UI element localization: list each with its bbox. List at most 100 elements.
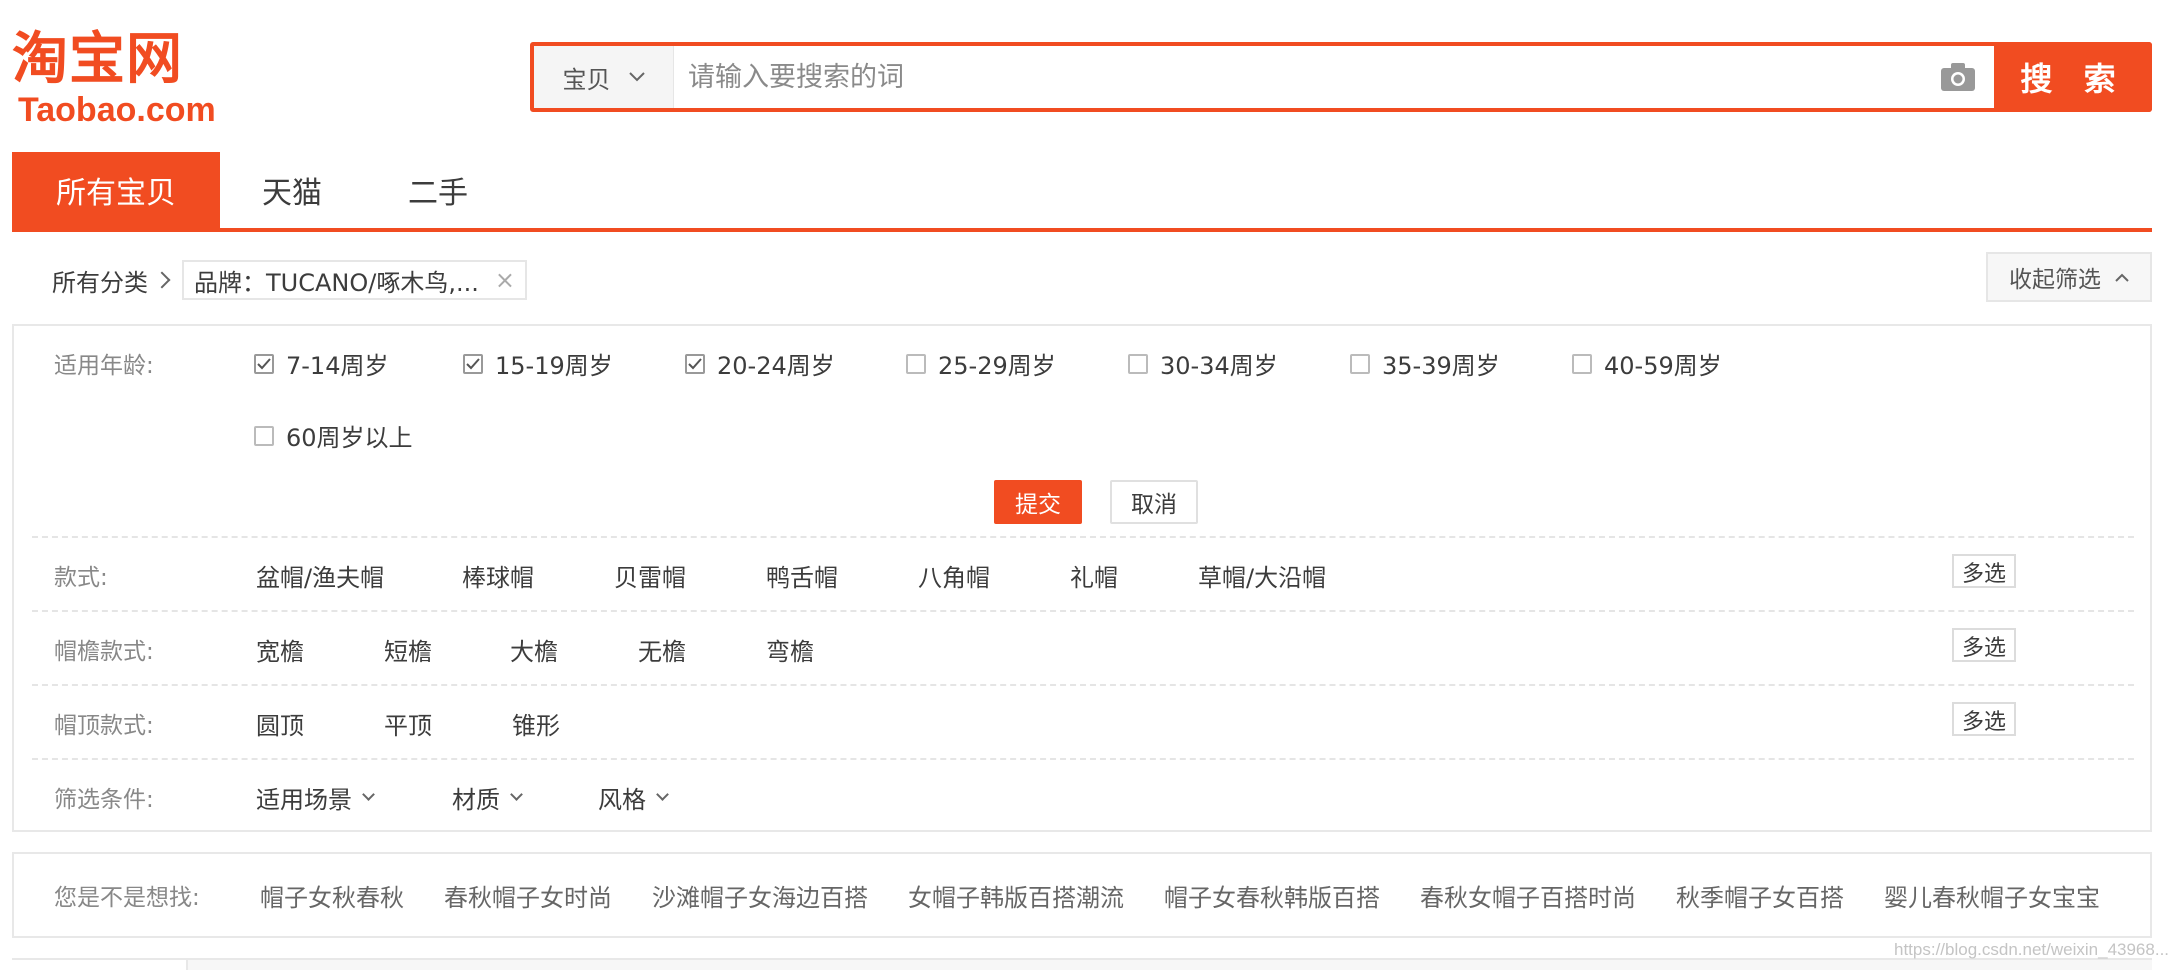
collapse-filter-button[interactable]: 收起筛选 bbox=[1986, 252, 2152, 302]
condition-dropdown-material[interactable]: 材质 bbox=[452, 780, 523, 815]
age-option-label: 7-14周岁 bbox=[286, 352, 389, 380]
style-filter-label: 款式: bbox=[54, 565, 108, 591]
age-option-35-39[interactable]: 35-39周岁 bbox=[1350, 346, 1500, 381]
checkbox-checked-icon[interactable] bbox=[685, 353, 705, 374]
style-option-top-hat[interactable]: 礼帽 bbox=[1070, 558, 1118, 593]
age-option-label: 35-39周岁 bbox=[1382, 352, 1500, 380]
style-multi-select-button[interactable]: 多选 bbox=[1952, 554, 2016, 588]
close-icon[interactable]: × bbox=[495, 266, 515, 294]
checkbox-checked-icon[interactable] bbox=[463, 353, 483, 374]
tab-second-hand[interactable]: 二手 bbox=[364, 152, 512, 228]
age-option-20-24[interactable]: 20-24周岁 bbox=[685, 346, 835, 381]
cancel-button[interactable]: 取消 bbox=[1110, 480, 1198, 524]
style-option-peaked-cap[interactable]: 鸭舌帽 bbox=[766, 558, 838, 593]
condition-dropdown-scene[interactable]: 适用场景 bbox=[256, 780, 375, 815]
age-option-label: 30-34周岁 bbox=[1160, 352, 1278, 380]
age-option-label: 15-19周岁 bbox=[495, 352, 613, 380]
crown-option-cone[interactable]: 锥形 bbox=[512, 706, 560, 741]
related-search-link[interactable]: 帽子女秋春秋 bbox=[260, 878, 404, 913]
chevron-down-icon bbox=[656, 788, 669, 801]
logo-english-text: Taobao.com bbox=[18, 91, 216, 129]
crown-option-round[interactable]: 圆顶 bbox=[256, 706, 304, 741]
sort-bar bbox=[12, 958, 2152, 970]
conditions-filter-label: 筛选条件: bbox=[54, 787, 154, 813]
checkbox-icon[interactable] bbox=[906, 353, 926, 374]
age-filter-label: 适用年龄: bbox=[54, 353, 154, 379]
style-option-bucket-hat[interactable]: 盆帽/渔夫帽 bbox=[256, 558, 384, 593]
brim-multi-select-button[interactable]: 多选 bbox=[1952, 628, 2016, 662]
brim-option-large[interactable]: 大檐 bbox=[510, 632, 558, 667]
submit-button[interactable]: 提交 bbox=[994, 480, 1082, 524]
checkbox-icon[interactable] bbox=[1350, 353, 1370, 374]
checkbox-icon[interactable] bbox=[254, 425, 274, 446]
search-bar: 宝贝 搜 索 bbox=[530, 42, 2152, 112]
chevron-down-icon bbox=[362, 788, 375, 801]
age-option-40-59[interactable]: 40-59周岁 bbox=[1572, 346, 1722, 381]
age-option-label: 25-29周岁 bbox=[938, 352, 1056, 380]
style-option-octagonal-cap[interactable]: 八角帽 bbox=[918, 558, 990, 593]
logo-chinese-text: 淘宝网 bbox=[12, 27, 183, 92]
collapse-filter-label: 收起筛选 bbox=[2009, 267, 2101, 293]
age-option-label: 20-24周岁 bbox=[717, 352, 835, 380]
age-option-label: 40-59周岁 bbox=[1604, 352, 1722, 380]
brim-option-wide[interactable]: 宽檐 bbox=[256, 632, 304, 667]
taobao-logo[interactable]: 淘宝网 Taobao.com bbox=[12, 27, 232, 130]
divider bbox=[32, 536, 2134, 538]
crown-option-flat[interactable]: 平顶 bbox=[384, 706, 432, 741]
brand-filter-tag[interactable]: 品牌：TUCANO/啄木鸟,... × bbox=[182, 260, 527, 300]
related-search-link[interactable]: 沙滩帽子女海边百搭 bbox=[652, 878, 868, 913]
style-option-straw-hat[interactable]: 草帽/大沿帽 bbox=[1198, 558, 1326, 593]
crown-multi-select-button[interactable]: 多选 bbox=[1952, 702, 2016, 736]
brim-option-none[interactable]: 无檐 bbox=[638, 632, 686, 667]
search-button[interactable]: 搜 索 bbox=[1994, 42, 2152, 112]
age-option-label: 60周岁以上 bbox=[286, 424, 413, 452]
related-searches: 您是不是想找: 帽子女秋春秋 春秋帽子女时尚 沙滩帽子女海边百搭 女帽子韩版百搭… bbox=[12, 852, 2152, 938]
search-type-dropdown[interactable]: 宝贝 bbox=[534, 46, 674, 108]
divider bbox=[32, 684, 2134, 686]
brand-filter-tag-label: 品牌：TUCANO/啄木鸟,... bbox=[194, 268, 479, 297]
chevron-right-icon bbox=[153, 271, 171, 289]
related-search-link[interactable]: 婴儿春秋帽子女宝宝 bbox=[1884, 878, 2100, 913]
search-tabs: 所有宝贝 天猫 二手 bbox=[12, 152, 2152, 232]
checkbox-icon[interactable] bbox=[1128, 353, 1148, 374]
tab-all-items[interactable]: 所有宝贝 bbox=[12, 152, 220, 228]
age-option-15-19[interactable]: 15-19周岁 bbox=[463, 346, 613, 381]
divider bbox=[32, 610, 2134, 612]
breadcrumb: 所有分类 品牌：TUCANO/啄木鸟,... × bbox=[52, 260, 527, 300]
age-option-7-14[interactable]: 7-14周岁 bbox=[254, 346, 388, 381]
chevron-up-icon bbox=[2115, 273, 2129, 282]
age-option-60-plus[interactable]: 60周岁以上 bbox=[254, 418, 413, 453]
brim-option-curved[interactable]: 弯檐 bbox=[766, 632, 814, 667]
brim-option-short[interactable]: 短檐 bbox=[384, 632, 432, 667]
brim-filter-label: 帽檐款式: bbox=[54, 639, 154, 665]
condition-label: 适用场景 bbox=[256, 786, 352, 814]
condition-label: 材质 bbox=[452, 786, 500, 814]
checkbox-icon[interactable] bbox=[1572, 353, 1592, 374]
taobao-search-page: 淘宝网 Taobao.com 宝贝 搜 索 所有宝贝 天猫 二手 所有分类 bbox=[0, 0, 2174, 970]
style-option-baseball-cap[interactable]: 棒球帽 bbox=[462, 558, 534, 593]
camera-icon[interactable] bbox=[1922, 46, 1994, 108]
search-type-label: 宝贝 bbox=[562, 65, 611, 94]
chevron-down-icon bbox=[510, 788, 523, 801]
related-search-link[interactable]: 女帽子韩版百搭潮流 bbox=[908, 878, 1124, 913]
style-option-beret[interactable]: 贝雷帽 bbox=[614, 558, 686, 593]
checkbox-checked-icon[interactable] bbox=[254, 353, 274, 374]
crown-filter-label: 帽顶款式: bbox=[54, 713, 154, 739]
condition-label: 风格 bbox=[598, 786, 646, 814]
divider bbox=[32, 758, 2134, 760]
filter-panel: 适用年龄: 7-14周岁 15-19周岁 20-24周岁 25-29周岁 30-… bbox=[12, 324, 2152, 832]
watermark-text: https://blog.csdn.net/weixin_43968... bbox=[1894, 940, 2170, 959]
tab-tmall[interactable]: 天猫 bbox=[220, 152, 364, 228]
condition-dropdown-style[interactable]: 风格 bbox=[598, 780, 669, 815]
sort-tab[interactable] bbox=[12, 960, 188, 970]
related-search-link[interactable]: 春秋女帽子百搭时尚 bbox=[1420, 878, 1636, 913]
chevron-down-icon bbox=[628, 72, 645, 82]
related-search-link[interactable]: 秋季帽子女百搭 bbox=[1676, 878, 1844, 913]
age-option-25-29[interactable]: 25-29周岁 bbox=[906, 346, 1056, 381]
breadcrumb-all-categories[interactable]: 所有分类 bbox=[52, 263, 148, 298]
age-option-30-34[interactable]: 30-34周岁 bbox=[1128, 346, 1278, 381]
related-search-link[interactable]: 春秋帽子女时尚 bbox=[444, 878, 612, 913]
search-input[interactable] bbox=[674, 46, 1922, 108]
related-search-link[interactable]: 帽子女春秋韩版百搭 bbox=[1164, 878, 1380, 913]
related-searches-label: 您是不是想找: bbox=[54, 885, 200, 911]
